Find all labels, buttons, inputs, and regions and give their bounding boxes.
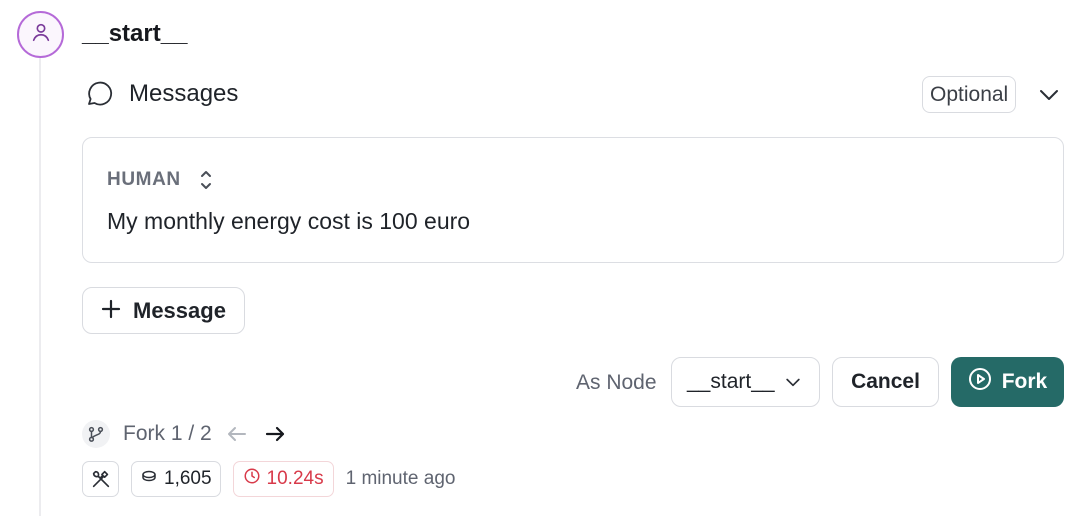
play-circle-icon xyxy=(968,367,992,397)
node-title: __start__ xyxy=(82,20,188,47)
latency-value: 10.24s xyxy=(266,468,324,489)
messages-label: Messages xyxy=(129,80,239,107)
arrow-right-icon[interactable] xyxy=(262,421,288,447)
node-avatar xyxy=(17,11,64,58)
node-select-value: __start__ xyxy=(687,370,775,393)
chevron-down-icon[interactable] xyxy=(1036,82,1062,108)
role-label: HUMAN xyxy=(107,169,181,190)
timeline-line xyxy=(39,58,41,516)
fork-navigation: Fork 1 / 2 xyxy=(82,419,288,449)
token-count: 1,605 xyxy=(164,468,212,489)
fork-counter: Fork 1 / 2 xyxy=(123,422,212,445)
git-branch-icon xyxy=(82,420,110,448)
plus-icon xyxy=(101,295,121,325)
fork-button-label: Fork xyxy=(1001,370,1048,393)
optional-badge: Optional xyxy=(922,76,1017,113)
coins-icon xyxy=(140,467,158,491)
node-select[interactable]: __start__ xyxy=(671,357,820,407)
messages-header: Messages Optional xyxy=(82,76,1064,113)
timestamp: 1 minute ago xyxy=(345,468,456,489)
user-icon xyxy=(30,21,52,48)
role-selector[interactable]: HUMAN xyxy=(107,165,215,195)
token-count-badge: 1,605 xyxy=(131,461,221,497)
add-message-label: Message xyxy=(133,297,226,323)
fork-button[interactable]: Fork xyxy=(951,357,1064,407)
run-metadata: 1,605 10.24s 1 minute ago xyxy=(82,461,455,497)
message-content[interactable]: My monthly energy cost is 100 euro xyxy=(107,206,470,236)
chevron-up-down-icon[interactable] xyxy=(197,165,215,195)
clock-icon xyxy=(243,467,261,491)
tools-icon[interactable] xyxy=(82,461,119,497)
as-node-label: As Node xyxy=(576,371,657,394)
message-card: HUMAN My monthly energy cost is 100 euro xyxy=(82,137,1064,263)
chat-bubble-icon xyxy=(82,77,116,111)
cancel-button[interactable]: Cancel xyxy=(832,357,939,407)
latency-badge: 10.24s xyxy=(232,461,334,497)
chevron-down-icon xyxy=(783,372,803,392)
add-message-button[interactable]: Message xyxy=(82,287,245,334)
arrow-left-icon[interactable] xyxy=(224,421,250,447)
